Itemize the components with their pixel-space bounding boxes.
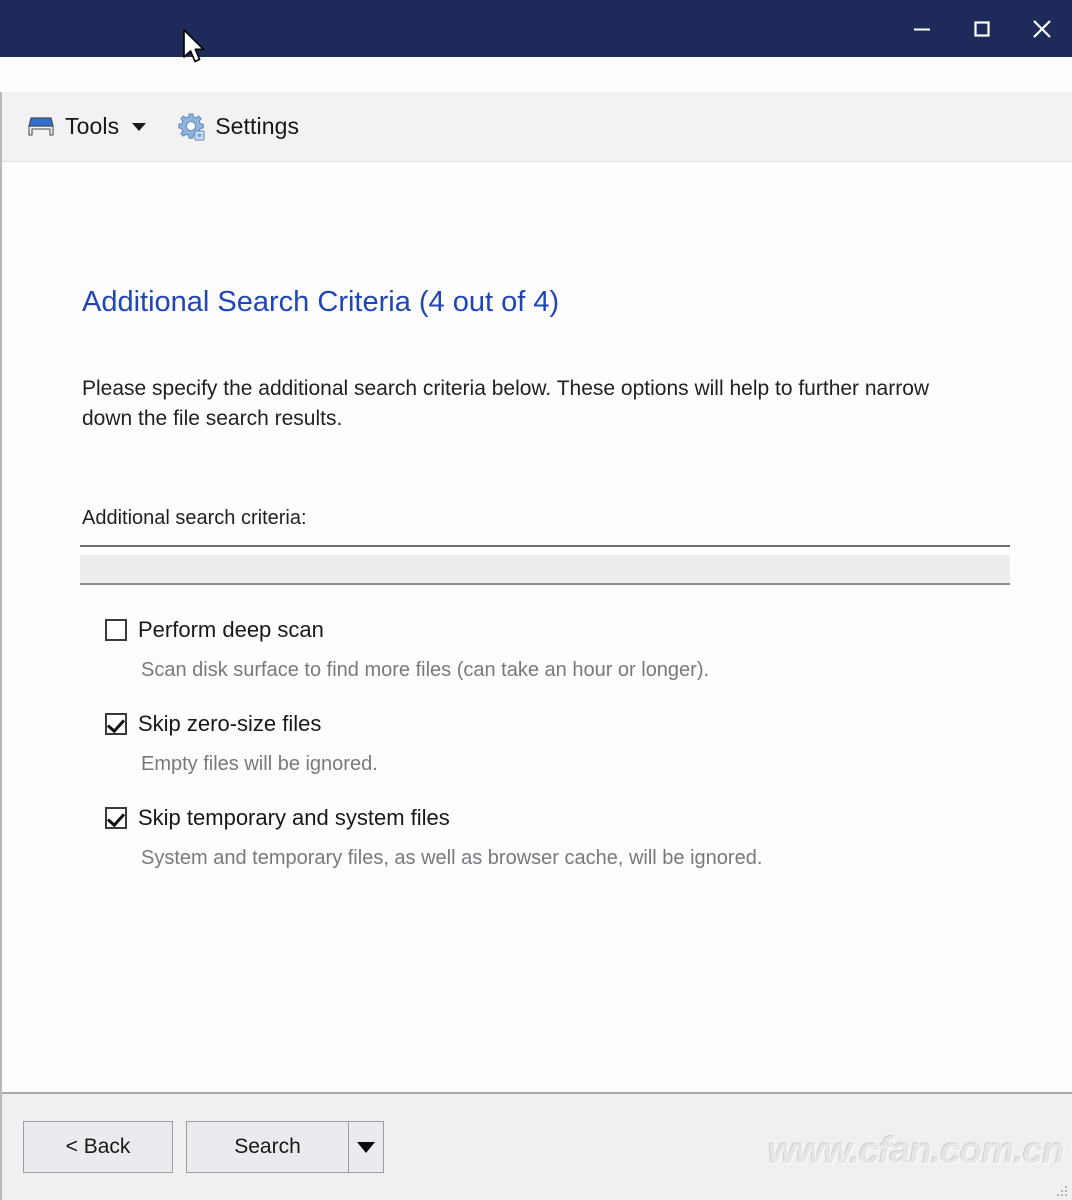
- watermark: www.cfan.com.cn: [767, 1130, 1065, 1171]
- maximize-icon: [974, 20, 990, 37]
- titlebar-gap: [0, 57, 1072, 92]
- window-titlebar: [0, 0, 1072, 57]
- page-content: Additional Search Criteria (4 out of 4) …: [2, 162, 1072, 1054]
- option-perform-deep-scan: Perform deep scan Scan disk surface to f…: [105, 616, 985, 682]
- checkbox-skip-temporary-and-system-files[interactable]: [105, 807, 127, 829]
- page-description: Please specify the additional search cri…: [82, 377, 930, 430]
- criteria-divider-top: [80, 545, 1010, 547]
- disk-drive-icon: [28, 116, 54, 136]
- resize-grip[interactable]: [1051, 1180, 1067, 1196]
- option-label: Perform deep scan: [138, 617, 324, 642]
- toolbar-item-settings-label: Settings: [215, 113, 300, 139]
- option-description: Scan disk surface to find more files (ca…: [141, 659, 710, 681]
- options-list: Perform deep scan Scan disk surface to f…: [105, 616, 985, 898]
- option-skip-temporary-and-system-files: Skip temporary and system files System a…: [105, 804, 985, 870]
- toolbar-item-settings[interactable]: Settings: [172, 107, 303, 147]
- toolbar-item-tools[interactable]: Tools: [22, 107, 150, 147]
- toolbar-item-tools-label: Tools: [65, 113, 120, 139]
- search-dropdown-button[interactable]: [348, 1121, 384, 1173]
- search-button[interactable]: Search: [186, 1121, 348, 1173]
- chevron-down-icon: [132, 122, 147, 131]
- criteria-input[interactable]: [80, 555, 1010, 583]
- criteria-divider-bottom: [80, 583, 1010, 585]
- page-title: Additional Search Criteria (4 out of 4): [82, 286, 560, 318]
- gear-icon: [178, 113, 205, 140]
- checkbox-skip-zero-size-files[interactable]: [105, 713, 127, 735]
- main-toolbar: Tools Settings: [2, 92, 1072, 162]
- maximize-button[interactable]: [952, 0, 1012, 57]
- back-button[interactable]: < Back: [23, 1121, 173, 1173]
- close-icon: [1033, 19, 1051, 38]
- chevron-down-icon: [357, 1141, 375, 1153]
- close-button[interactable]: [1012, 0, 1072, 57]
- option-row[interactable]: Skip temporary and system files: [105, 804, 985, 832]
- option-description: System and temporary files, as well as b…: [141, 847, 763, 869]
- option-skip-zero-size-files: Skip zero-size files Empty files will be…: [105, 710, 985, 776]
- criteria-field-label: Additional search criteria:: [82, 507, 307, 529]
- checkbox-perform-deep-scan[interactable]: [105, 619, 127, 641]
- search-split-button: Search: [186, 1121, 384, 1173]
- option-description: Empty files will be ignored.: [141, 753, 378, 775]
- option-row[interactable]: Perform deep scan: [105, 616, 985, 644]
- option-row[interactable]: Skip zero-size files: [105, 710, 985, 738]
- minimize-icon: [914, 28, 930, 30]
- option-label: Skip zero-size files: [138, 711, 322, 736]
- window-controls: [892, 0, 1072, 57]
- minimize-button[interactable]: [892, 0, 952, 57]
- application-window: Tools Settings Additional Search Criteri…: [0, 92, 1072, 1200]
- option-label: Skip temporary and system files: [138, 805, 450, 830]
